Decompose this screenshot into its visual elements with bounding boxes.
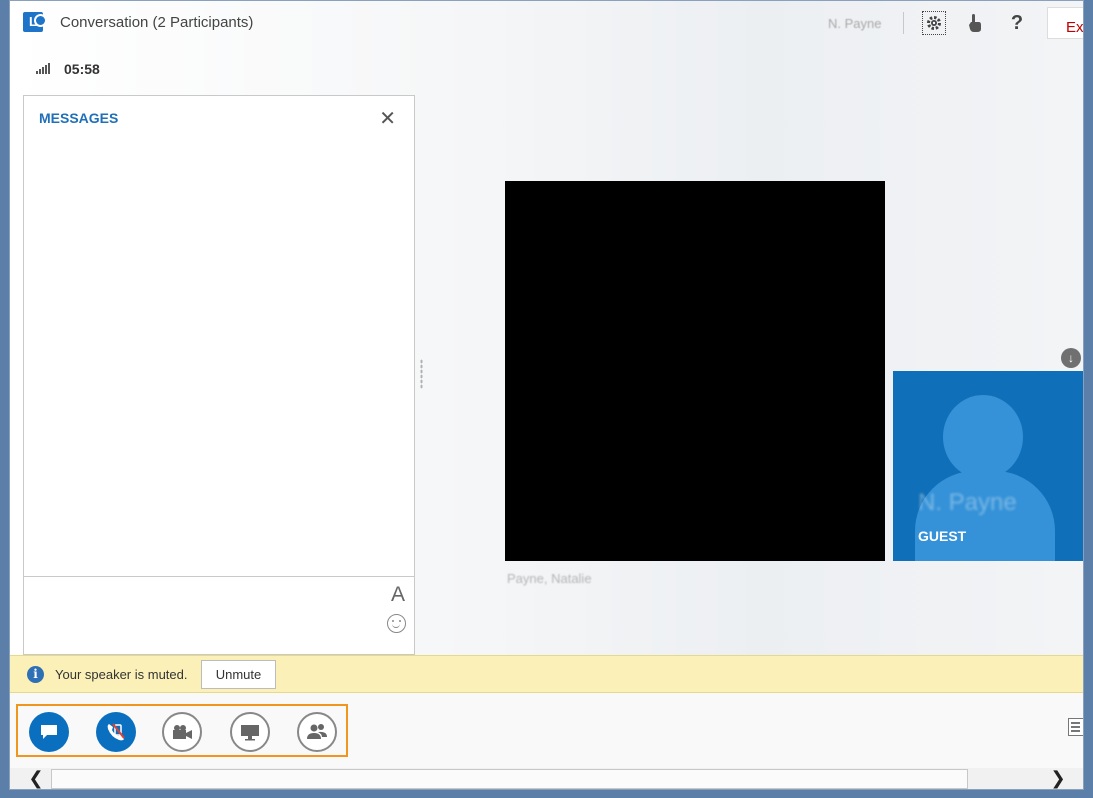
expand-down-icon[interactable]: ↓	[1061, 348, 1081, 368]
lync-logo-icon: L	[23, 12, 47, 32]
monitor-icon	[241, 725, 259, 741]
conversation-controls	[16, 704, 348, 757]
panel-splitter-handle[interactable]	[420, 359, 423, 389]
phone-muted-icon	[107, 723, 125, 741]
info-icon: i	[27, 666, 44, 683]
scroll-right-icon[interactable]: ❯	[1048, 768, 1068, 789]
people-icon	[307, 724, 327, 739]
title-bar: L Conversation (2 Participants) N. Payne…	[10, 1, 1083, 45]
touch-hand-icon[interactable]	[963, 11, 987, 35]
title-separator	[903, 12, 904, 34]
unmute-button[interactable]: Unmute	[201, 660, 276, 689]
scrollbar-thumb[interactable]	[51, 769, 968, 789]
user-name: N. Payne	[828, 16, 882, 31]
conversation-list-icon[interactable]	[1068, 718, 1083, 736]
guest-label: GUEST	[918, 528, 967, 544]
video-feed	[505, 181, 885, 561]
window-title: Conversation (2 Participants)	[60, 14, 254, 31]
im-button[interactable]	[29, 712, 69, 752]
font-icon[interactable]: A	[391, 583, 405, 607]
video-participant-name: Payne, Natalie	[507, 571, 592, 586]
call-timer: 05:58	[64, 61, 100, 77]
chat-bubble-icon	[41, 725, 57, 739]
present-button[interactable]	[230, 712, 270, 752]
emoticon-icon[interactable]	[387, 614, 406, 633]
avatar-head	[943, 395, 1023, 479]
video-camera-icon	[173, 725, 192, 739]
messages-panel: MESSAGES ✕ A	[23, 95, 415, 655]
video-button[interactable]	[162, 712, 202, 752]
close-icon[interactable]: ✕	[379, 106, 396, 131]
lync-conversation-window: L Conversation (2 Participants) N. Payne…	[9, 0, 1084, 790]
participants-button[interactable]	[297, 712, 337, 752]
messages-title: MESSAGES	[39, 110, 119, 126]
help-icon[interactable]: ?	[1005, 11, 1029, 35]
signal-strength-icon	[36, 62, 50, 74]
guest-participant-tile[interactable]: N. Payne GUEST	[893, 371, 1083, 561]
gear-icon[interactable]	[922, 11, 946, 35]
scroll-left-icon[interactable]: ❮	[26, 768, 46, 789]
horizontal-scrollbar[interactable]: ❮ ❯	[10, 768, 1083, 789]
exit-button[interactable]: Exit	[1047, 7, 1083, 39]
muted-notification-bar: i Your speaker is muted. Unmute	[10, 655, 1083, 693]
guest-tile-name: N. Payne	[918, 489, 1017, 516]
notification-text: Your speaker is muted.	[55, 667, 188, 682]
audio-mute-button[interactable]	[96, 712, 136, 752]
message-compose-input[interactable]: A	[24, 576, 414, 655]
